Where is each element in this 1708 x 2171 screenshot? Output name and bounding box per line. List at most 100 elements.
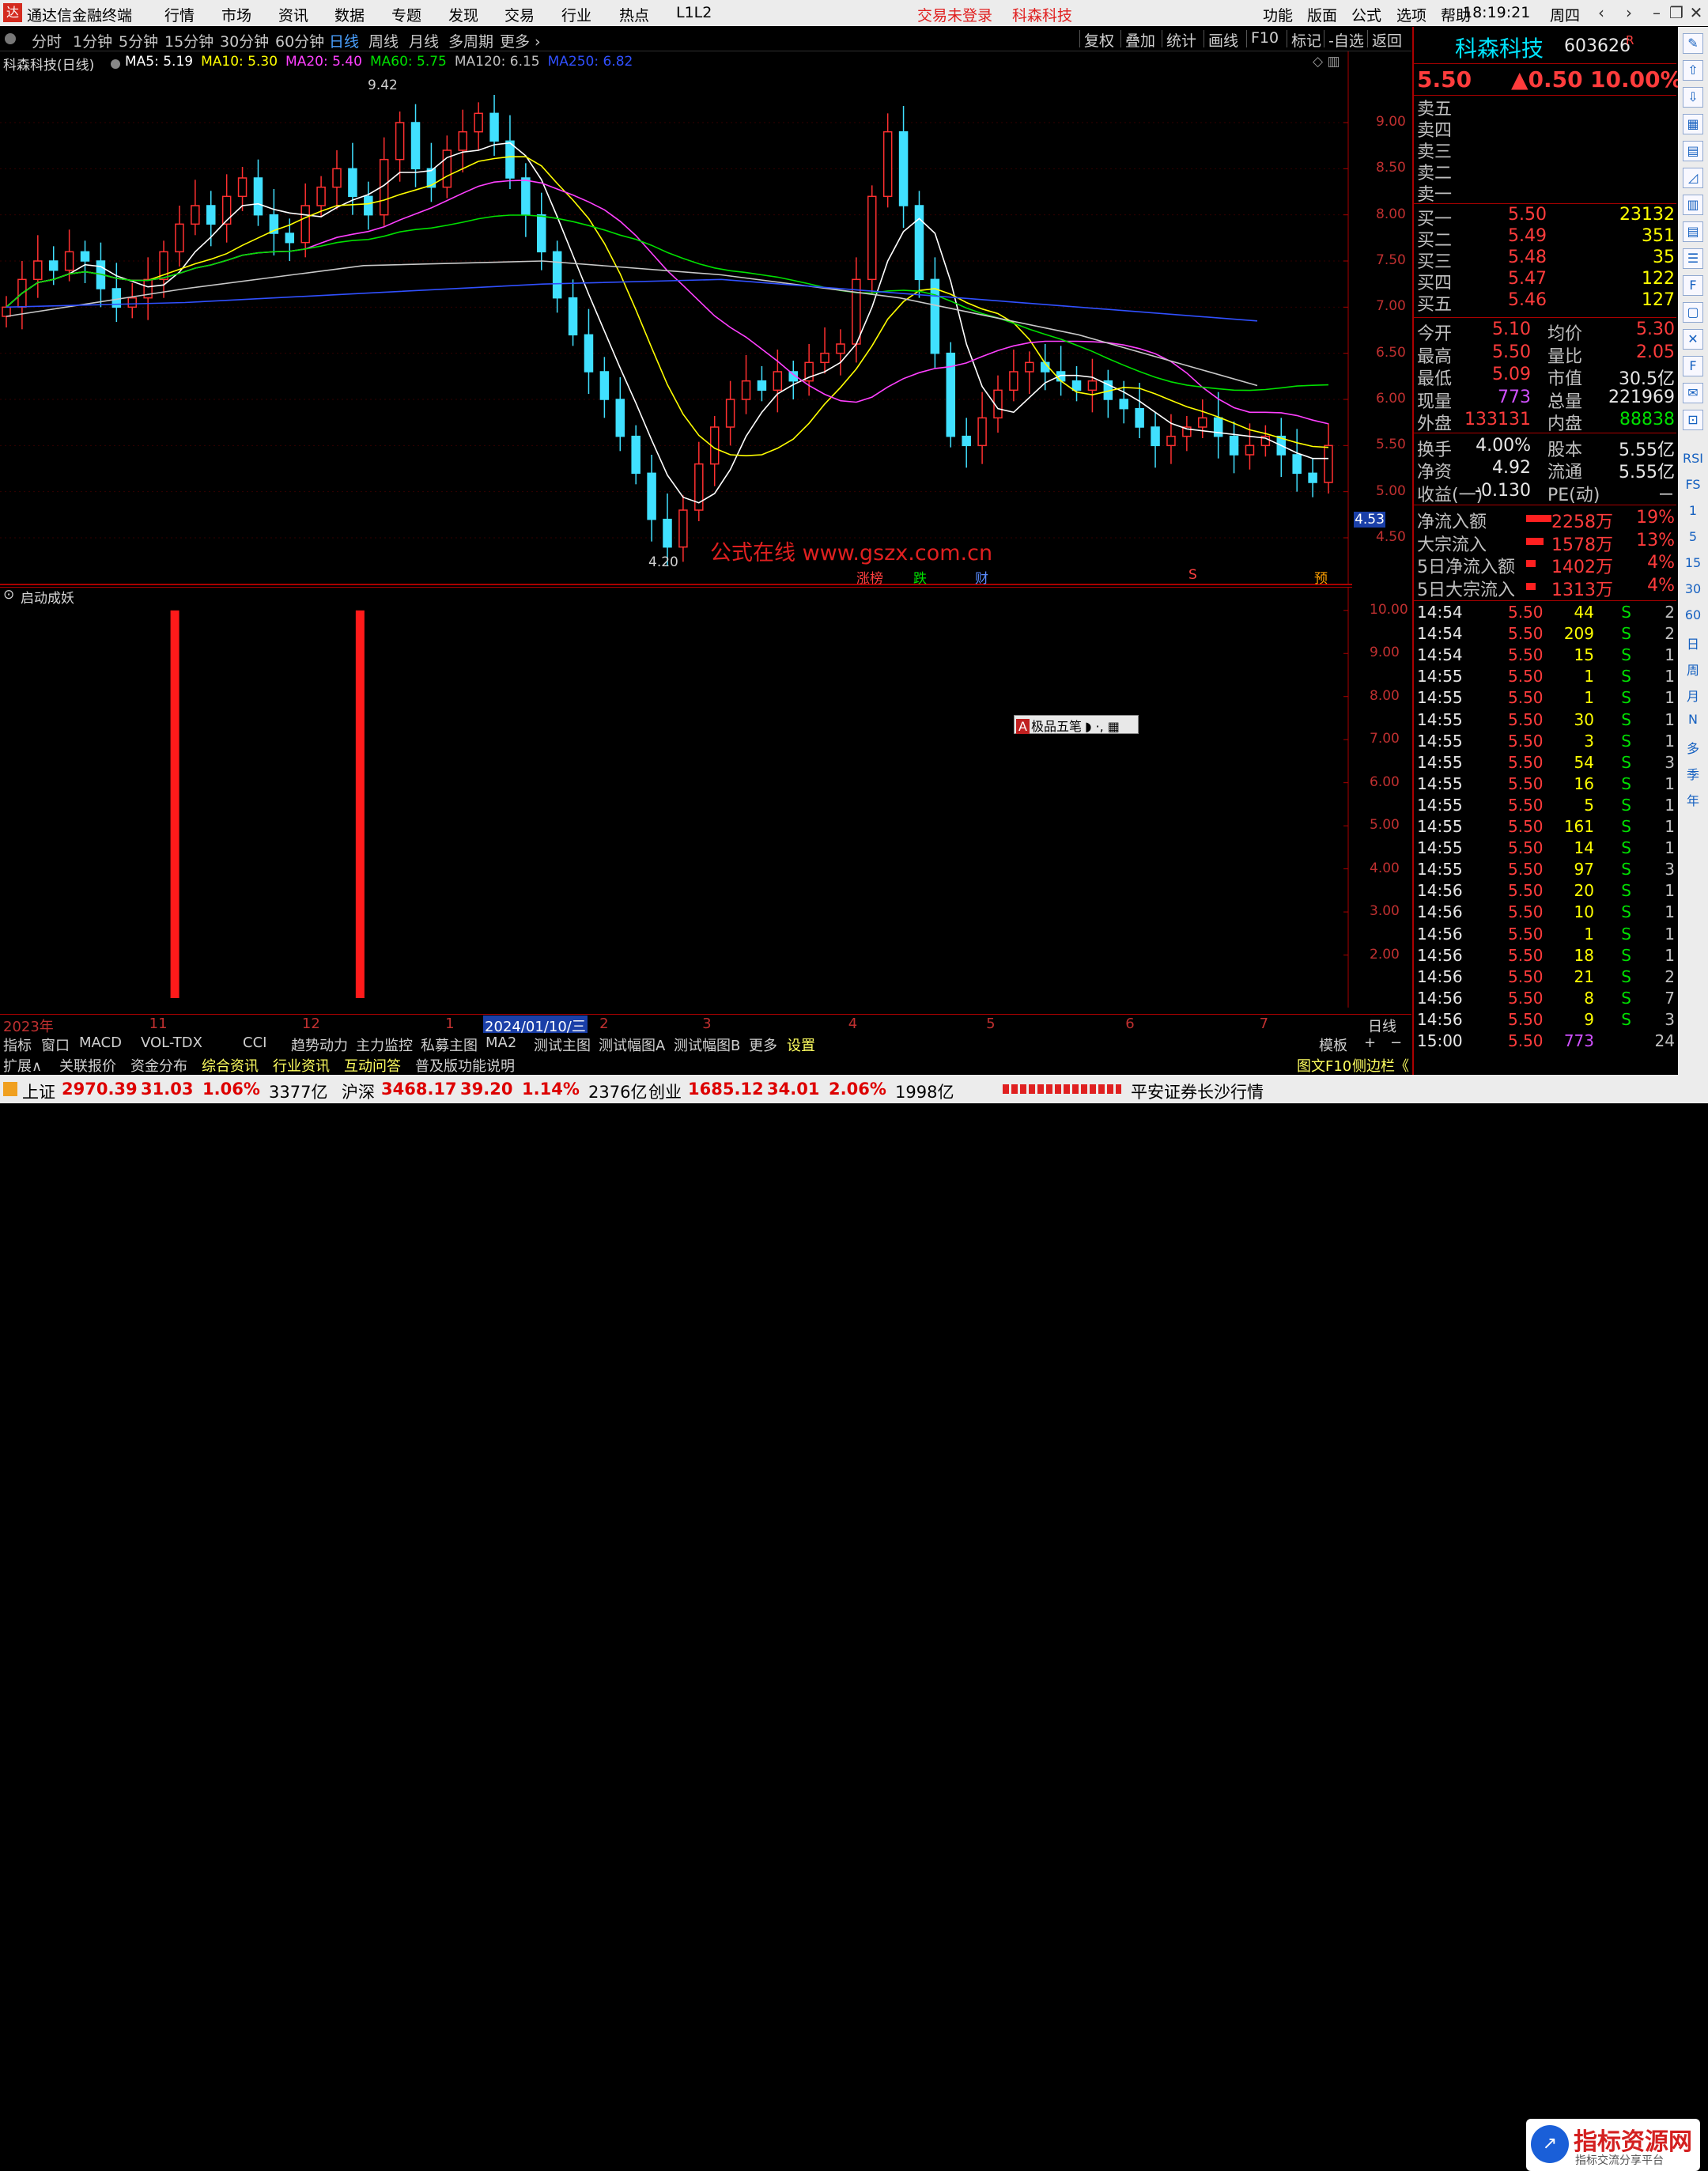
period-10[interactable]: 更多 › (500, 30, 541, 51)
indicator-tab-12[interactable]: 更多 (749, 1034, 777, 1055)
ask-row-3[interactable]: 卖二 (1417, 159, 1675, 183)
side-period-10[interactable]: N (1683, 712, 1703, 727)
ask-row-4[interactable]: 卖一 (1417, 180, 1675, 205)
side-tool-icon-11[interactable]: ✕ (1683, 329, 1703, 350)
indicator-canvas[interactable] (0, 587, 1352, 1008)
side-period-12[interactable]: 季 (1683, 764, 1703, 783)
period-2[interactable]: 5分钟 (119, 30, 158, 51)
tabs1-right-1[interactable]: + (1364, 1034, 1376, 1051)
close-icon[interactable]: ✕ (1684, 2, 1708, 23)
extension-tab-5[interactable]: 互动问答 (344, 1055, 401, 1076)
right-menu-1[interactable]: 版面 (1307, 4, 1337, 25)
side-period-9[interactable]: 月 (1683, 686, 1703, 705)
indicator-tab-7[interactable]: 私募主图 (421, 1034, 478, 1055)
bid-row-0[interactable]: 买一 5.50 23132 (1417, 205, 1675, 229)
menu-4[interactable]: 专题 (391, 4, 421, 25)
tabs2-right-0[interactable]: 图文F10 (1297, 1055, 1351, 1076)
ask-row-2[interactable]: 卖三 (1417, 138, 1675, 162)
side-tool-icon-3[interactable]: ▦ (1683, 114, 1703, 134)
extension-tab-2[interactable]: 资金分布 (130, 1055, 187, 1076)
menu-2[interactable]: 资讯 (278, 4, 308, 25)
menu-6[interactable]: 交易 (504, 4, 535, 25)
indicator-tab-13[interactable]: 设置 (787, 1034, 815, 1055)
index-name-1[interactable]: 沪深 (342, 1080, 375, 1103)
event-tag-0[interactable]: 涨榜 (856, 567, 883, 587)
toolbar-btn-7[interactable]: 返回 (1372, 29, 1402, 51)
event-tag-2[interactable]: 财 (975, 567, 988, 587)
period-3[interactable]: 15分钟 (164, 30, 214, 51)
toolbar-toggle-icon[interactable] (5, 33, 16, 44)
index-name-2[interactable]: 创业 (648, 1080, 682, 1103)
side-period-5[interactable]: 30 (1683, 581, 1703, 596)
side-tool-icon-5[interactable]: ◿ (1683, 168, 1703, 188)
toolbar-btn-4[interactable]: F10 (1251, 29, 1279, 47)
side-period-13[interactable]: 年 (1683, 790, 1703, 809)
side-tool-icon-1[interactable]: ⇧ (1683, 60, 1703, 81)
side-period-4[interactable]: 15 (1683, 555, 1703, 570)
side-period-7[interactable]: 日 (1683, 634, 1703, 652)
period-7[interactable]: 周线 (368, 30, 399, 51)
login-status[interactable]: 交易未登录 (917, 4, 992, 25)
side-tool-icon-12[interactable]: F (1683, 356, 1703, 376)
back-arrow-icon[interactable]: ‹ (1589, 2, 1613, 23)
period-5[interactable]: 60分钟 (275, 30, 324, 51)
tabs1-right-0[interactable]: 模板 (1319, 1034, 1347, 1055)
side-tool-icon-10[interactable]: ▢ (1683, 302, 1703, 323)
side-period-2[interactable]: 1 (1683, 503, 1703, 518)
indicator-tab-11[interactable]: 测试幅图B (674, 1034, 740, 1055)
menu-9[interactable]: L1L2 (676, 4, 712, 21)
tabs2-right-1[interactable]: 侧边栏《 (1352, 1055, 1409, 1076)
ime-a-icon[interactable]: A (1016, 719, 1030, 734)
extension-tab-3[interactable]: 综合资讯 (202, 1055, 259, 1076)
toolbar-btn-0[interactable]: 复权 (1084, 29, 1114, 51)
indicator-tab-2[interactable]: MACD (79, 1034, 122, 1051)
forward-arrow-icon[interactable]: › (1617, 2, 1641, 23)
ask-row-0[interactable]: 卖五 (1417, 95, 1675, 119)
right-menu-0[interactable]: 功能 (1263, 4, 1293, 25)
indicator-tab-4[interactable]: CCI (243, 1034, 266, 1051)
ime-toolbar[interactable]: A 极品五笔 ◗ ·, ▦ (1014, 715, 1139, 734)
event-tag-3[interactable]: S (1188, 567, 1197, 583)
period-1[interactable]: 1分钟 (73, 30, 112, 51)
side-tool-icon-14[interactable]: ⊡ (1683, 410, 1703, 430)
side-period-0[interactable]: RSI (1683, 451, 1703, 466)
menu-3[interactable]: 数据 (334, 4, 365, 25)
right-menu-3[interactable]: 选项 (1396, 4, 1426, 25)
menu-8[interactable]: 热点 (619, 4, 649, 25)
side-tool-icon-2[interactable]: ⇩ (1683, 87, 1703, 108)
indicator-chart[interactable]: ⊙ 启动成妖 10.00 9.00 8.00 7.00 6.00 5.00 4.00 3.00… (0, 587, 1408, 1008)
side-tool-icon-13[interactable]: ✉ (1683, 383, 1703, 403)
extension-tab-6[interactable]: 普及版功能说明 (415, 1055, 515, 1076)
period-8[interactable]: 月线 (409, 30, 439, 51)
indicator-tab-6[interactable]: 主力监控 (356, 1034, 413, 1055)
menu-5[interactable]: 发现 (448, 4, 478, 25)
bid-row-4[interactable]: 买五 5.46 127 (1417, 290, 1675, 315)
indicator-tab-3[interactable]: VOL-TDX (141, 1034, 202, 1051)
menu-7[interactable]: 行业 (561, 4, 591, 25)
tabs1-right-2[interactable]: − (1390, 1034, 1402, 1051)
extension-tab-1[interactable]: 关联报价 (59, 1055, 116, 1076)
ask-row-1[interactable]: 卖四 (1417, 116, 1675, 141)
indicator-tab-0[interactable]: 指标 (3, 1034, 32, 1055)
indicator-toggle-icon[interactable]: ⊙ (3, 587, 14, 603)
ime-options-icon[interactable]: ◗ ·, ▦ (1085, 719, 1120, 734)
side-period-11[interactable]: 多 (1683, 738, 1703, 757)
toolbar-btn-5[interactable]: 标记 (1291, 29, 1321, 51)
bid-row-3[interactable]: 买四 5.47 122 (1417, 269, 1675, 293)
event-tag-1[interactable]: 跌 (913, 567, 927, 587)
toolbar-btn-1[interactable]: 叠加 (1125, 29, 1155, 51)
period-6[interactable]: 日线 (329, 30, 359, 51)
indicator-tab-5[interactable]: 趋势动力 (291, 1034, 348, 1055)
bid-row-1[interactable]: 买二 5.49 351 (1417, 226, 1675, 251)
side-period-3[interactable]: 5 (1683, 529, 1703, 544)
right-menu-2[interactable]: 公式 (1351, 4, 1381, 25)
indicator-tab-8[interactable]: MA2 (486, 1034, 516, 1051)
period-9[interactable]: 多周期 (448, 30, 493, 51)
extension-tab-4[interactable]: 行业资讯 (273, 1055, 330, 1076)
side-period-8[interactable]: 周 (1683, 660, 1703, 679)
side-period-6[interactable]: 60 (1683, 607, 1703, 622)
indicator-tab-1[interactable]: 窗口 (41, 1034, 70, 1055)
toolbar-btn-2[interactable]: 统计 (1166, 29, 1196, 51)
toolbar-btn-6[interactable]: -自选 (1328, 29, 1364, 51)
menu-1[interactable]: 市场 (221, 4, 251, 25)
